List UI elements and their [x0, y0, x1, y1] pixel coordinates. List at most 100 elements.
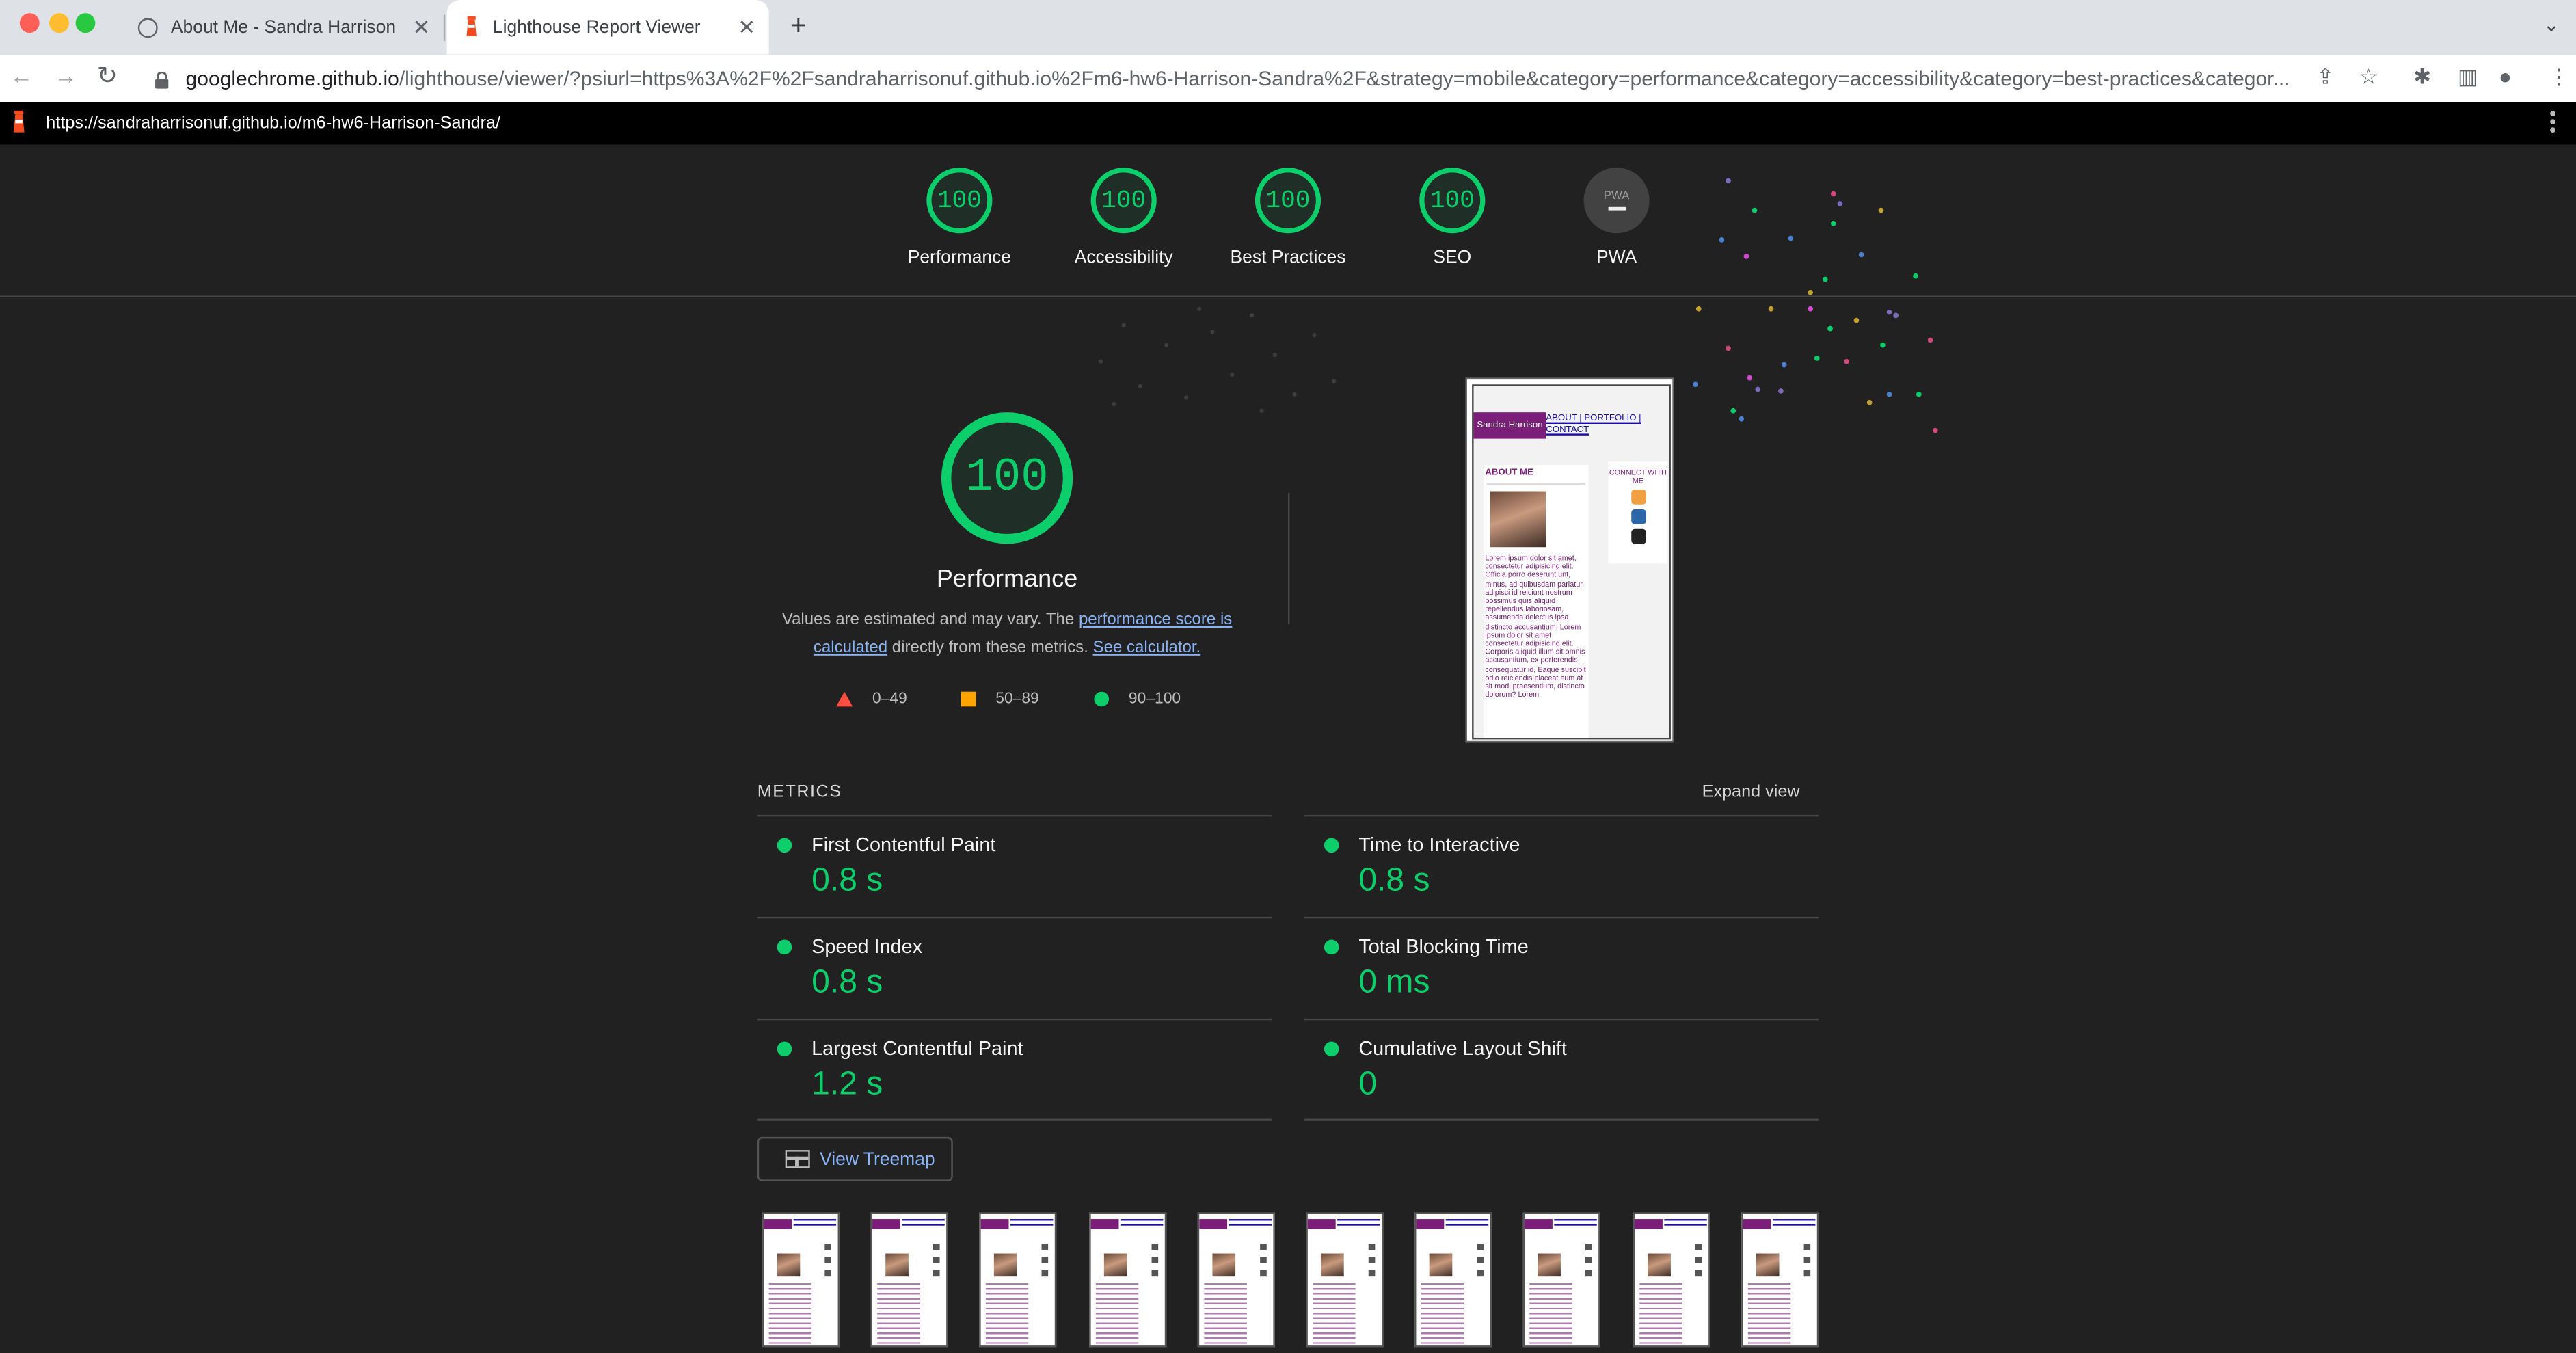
tab-strip: About Me - Sandra Harrison ✕ Lighthouse …	[0, 0, 2576, 55]
share-icon[interactable]: ⇪	[2316, 64, 2334, 90]
gauge-pwa[interactable]: PWA PWA	[1534, 168, 1698, 268]
close-tab-icon[interactable]: ✕	[412, 15, 430, 41]
screenshot-page: Sandra Harrison ABOUT | PORTFOLIO | CONT…	[1472, 384, 1671, 740]
pass-dot-icon	[777, 939, 792, 955]
about-text: Lorem ipsum dolor sit amet, consectetur …	[1485, 553, 1586, 699]
tab-title: About Me - Sandra Harrison	[170, 17, 397, 38]
gauge-accessibility[interactable]: 100 Accessibility	[1042, 168, 1206, 268]
frame-text	[1313, 1283, 1356, 1346]
frame-text	[768, 1283, 812, 1346]
treemap-icon	[785, 1150, 810, 1168]
address-bar[interactable]: googlechrome.github.io/lighthouse/viewer…	[142, 59, 2310, 97]
triangle-icon	[836, 691, 853, 707]
frame-photo	[1647, 1253, 1670, 1277]
divider	[1486, 483, 1585, 485]
legend-range: 0–49	[872, 690, 907, 708]
metric-speed-index: Speed Index 0.8 s	[757, 916, 1272, 1019]
gauge-performance[interactable]: 100 Performance	[877, 168, 1041, 268]
frame-nav	[1555, 1219, 1598, 1221]
tab-title: Lighthouse Report Viewer	[492, 17, 701, 38]
frame-photo	[1538, 1253, 1561, 1277]
metrics-heading: METRICS	[757, 781, 842, 802]
frame-connect	[1799, 1237, 1815, 1287]
lock-icon[interactable]	[155, 70, 170, 89]
frame-nav	[1119, 1219, 1163, 1221]
frame-header	[1634, 1219, 1662, 1229]
pass-dot-icon	[1324, 838, 1339, 853]
frame-connect	[1037, 1237, 1054, 1287]
rss-icon	[1631, 490, 1646, 505]
tab-search-icon[interactable]: ⌄	[2543, 13, 2560, 36]
report-url[interactable]: https://sandraharrisonuf.github.io/m6-hw…	[46, 113, 500, 133]
metric-first-contentful-paint: First Contentful Paint 0.8 s	[757, 814, 1272, 917]
confetti-decoration	[1693, 178, 1938, 433]
gauge-label: PWA	[1596, 247, 1637, 268]
maximize-window-button[interactable]	[75, 13, 96, 34]
connect-heading: CONNECT WITH ME	[1609, 468, 1667, 485]
frame-connect	[820, 1237, 836, 1287]
metric-value: 0	[1358, 1066, 1378, 1103]
back-icon[interactable]: ←	[10, 62, 33, 88]
minimize-window-button[interactable]	[49, 13, 69, 34]
frame-nav	[1446, 1219, 1489, 1221]
frame-connect	[1146, 1237, 1162, 1287]
frame-text	[1639, 1283, 1682, 1346]
desc-text: Values are estimated and may vary. The	[781, 611, 1079, 630]
frame-header	[1090, 1219, 1118, 1229]
see-calculator-link[interactable]: See calculator.	[1093, 639, 1201, 656]
dash-icon	[1607, 206, 1626, 211]
tab-lighthouse-viewer[interactable]: Lighthouse Report Viewer ✕	[446, 0, 769, 55]
legend-range: 50–89	[995, 690, 1039, 708]
expand-view-toggle[interactable]: Expand view	[1702, 782, 1800, 802]
metric-value: 0 ms	[1358, 964, 1430, 1001]
close-tab-icon[interactable]: ✕	[738, 15, 755, 41]
metric-value: 0.8 s	[811, 964, 883, 1001]
view-treemap-button[interactable]: View Treemap	[757, 1136, 953, 1181]
bookmark-star-icon[interactable]: ☆	[2359, 64, 2378, 90]
globe-icon	[137, 17, 158, 38]
new-tab-button[interactable]: +	[790, 10, 807, 42]
gauge-seo[interactable]: 100 SEO	[1370, 168, 1534, 268]
desc-text: directly from these metrics.	[887, 638, 1093, 657]
frame-header	[1307, 1219, 1336, 1229]
linkedin-icon	[1631, 509, 1646, 524]
extensions-icon[interactable]: ✱	[2413, 64, 2431, 90]
frame-text	[1530, 1283, 1573, 1346]
close-window-button[interactable]	[19, 13, 40, 34]
filmstrip-frame	[1523, 1212, 1601, 1348]
frame-photo	[1211, 1253, 1235, 1277]
square-icon	[961, 691, 976, 707]
gauge-best-practices[interactable]: 100 Best Practices	[1206, 168, 1370, 268]
frame-photo	[1321, 1253, 1344, 1277]
frame-nav	[1229, 1219, 1272, 1221]
gauge-label: SEO	[1433, 247, 1472, 268]
browser-menu-icon[interactable]: ⋮	[2548, 64, 2569, 90]
performance-description: Values are estimated and may vary. The p…	[759, 608, 1255, 662]
frame-nav	[1663, 1219, 1706, 1221]
filmstrip-frame	[1741, 1212, 1819, 1348]
frame-text	[1095, 1283, 1138, 1346]
divider	[757, 1118, 1272, 1121]
about-heading: ABOUT ME	[1485, 468, 1533, 479]
profile-avatar-icon[interactable]: ●	[2499, 64, 2512, 89]
report-menu-icon[interactable]: • • •	[2549, 103, 2556, 139]
frame-connect	[1690, 1237, 1706, 1287]
gauge-score: 100	[1419, 168, 1486, 234]
frame-photo	[1430, 1253, 1453, 1277]
frame-photo	[885, 1253, 909, 1277]
metric-time-to-interactive: Time to Interactive 0.8 s	[1304, 814, 1819, 917]
tab-about-me[interactable]: About Me - Sandra Harrison ✕	[128, 0, 443, 54]
frame-photo	[1756, 1253, 1780, 1277]
metric-name: Speed Index	[811, 935, 923, 958]
frame-header	[1525, 1219, 1553, 1229]
gauge-score: 100	[926, 168, 993, 234]
side-panel-icon[interactable]: ▥	[2458, 64, 2478, 90]
metric-total-blocking-time: Total Blocking Time 0 ms	[1304, 916, 1819, 1019]
forward-icon[interactable]: →	[54, 62, 77, 88]
site-nav: ABOUT | PORTFOLIO | CONTACT	[1546, 414, 1641, 436]
final-screenshot[interactable]: Sandra Harrison ABOUT | PORTFOLIO | CONT…	[1465, 377, 1674, 743]
frame-text	[1421, 1283, 1464, 1346]
lighthouse-icon	[10, 110, 27, 143]
gauge-label: Accessibility	[1074, 247, 1173, 268]
reload-icon[interactable]: ↻	[97, 61, 118, 90]
